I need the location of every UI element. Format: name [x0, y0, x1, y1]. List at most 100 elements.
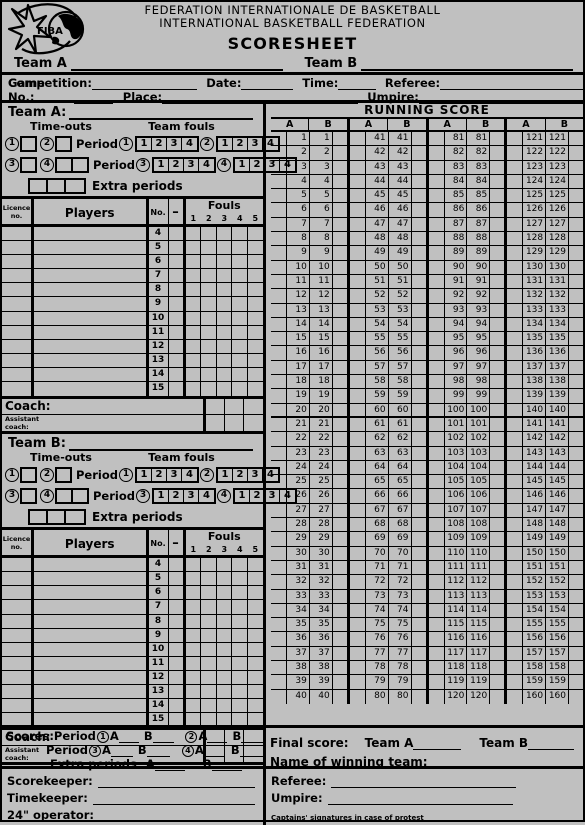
- rs-a-value-78[interactable]: 78: [366, 660, 389, 675]
- team-a-timeout-box-1[interactable]: [20, 135, 37, 152]
- running-score-row[interactable]: 31 31: [271, 560, 347, 576]
- rs-a-mark-16[interactable]: [271, 346, 287, 360]
- rs-a-mark-33[interactable]: [271, 589, 287, 603]
- running-score-row[interactable]: 104 104: [428, 460, 505, 476]
- rs-a-mark-122[interactable]: [507, 146, 524, 160]
- rs-a-mark-45[interactable]: [350, 189, 366, 203]
- rs-b-value-112[interactable]: 112: [467, 575, 491, 589]
- rs-a-mark-48[interactable]: [350, 232, 366, 246]
- team-a-timeout-box-2[interactable]: [55, 135, 72, 152]
- rs-a-mark-142[interactable]: [507, 432, 524, 446]
- rs-a-mark-43[interactable]: [350, 160, 366, 174]
- team-b-player-4-foul-4[interactable]: [232, 558, 248, 572]
- rs-a-value-85[interactable]: 85: [445, 189, 468, 203]
- rs-b-mark-124[interactable]: [569, 175, 583, 188]
- team-a-player-11-foul-1[interactable]: [186, 325, 201, 339]
- team-a-asst-coach-foul-1[interactable]: [206, 415, 225, 432]
- rs-a-value-70[interactable]: 70: [366, 546, 389, 560]
- team-b-player-5-foul-5[interactable]: [248, 572, 264, 585]
- rs-a-value-62[interactable]: 62: [366, 432, 389, 446]
- running-score-row[interactable]: 124 124: [507, 174, 583, 190]
- team-b-licence-cell-9[interactable]: [2, 628, 34, 642]
- rs-b-mark-134[interactable]: [569, 318, 583, 331]
- rs-b-mark-135[interactable]: [569, 332, 583, 345]
- rs-a-value-129[interactable]: 129: [523, 246, 547, 260]
- rs-b-value-90[interactable]: 90: [467, 260, 491, 274]
- team-a-player-mark-cell-7[interactable]: [169, 269, 186, 283]
- rs-b-value-100[interactable]: 100: [467, 403, 491, 416]
- table-row[interactable]: 15: [2, 713, 263, 728]
- team-a-foul-p2-3[interactable]: 3: [248, 137, 263, 150]
- running-score-row[interactable]: 116 116: [428, 632, 505, 647]
- rs-b-value-113[interactable]: 113: [467, 589, 491, 603]
- rs-b-value-101[interactable]: 101: [467, 417, 491, 432]
- running-score-row[interactable]: 16 16: [271, 346, 347, 361]
- table-row[interactable]: 14: [2, 699, 263, 714]
- rs-a-mark-21[interactable]: [271, 417, 287, 432]
- rs-b-value-107[interactable]: 107: [467, 503, 491, 518]
- rs-a-value-35[interactable]: 35: [287, 618, 310, 632]
- rs-a-value-34[interactable]: 34: [287, 603, 310, 618]
- rs-b-value-137[interactable]: 137: [546, 360, 569, 375]
- team-b-player-name-cell-12[interactable]: [34, 670, 149, 684]
- rs-a-mark-51[interactable]: [350, 274, 366, 289]
- rs-a-mark-98[interactable]: [429, 375, 445, 389]
- team-b-player-9-foul-1[interactable]: [186, 628, 201, 642]
- table-row[interactable]: 5: [2, 241, 263, 256]
- team-b-player-mark-cell-14[interactable]: [169, 699, 186, 713]
- rs-a-mark-42[interactable]: [350, 146, 366, 160]
- running-score-row[interactable]: 103 103: [428, 446, 505, 461]
- team-a-player-13-foul-3[interactable]: [217, 353, 232, 367]
- rs-b-value-118[interactable]: 118: [467, 660, 491, 675]
- team-a-licence-cell-11[interactable]: [2, 325, 34, 339]
- rs-a-value-14[interactable]: 14: [287, 317, 310, 332]
- team-b-player-5-foul-1[interactable]: [186, 572, 201, 586]
- rs-b-value-84[interactable]: 84: [467, 174, 491, 189]
- rs-a-value-113[interactable]: 113: [445, 589, 468, 603]
- team-a-player-name-cell-13[interactable]: [34, 353, 149, 367]
- rs-b-value-77[interactable]: 77: [389, 646, 412, 660]
- table-row[interactable]: 7: [2, 600, 263, 615]
- rs-b-mark-47[interactable]: [412, 218, 426, 231]
- rs-b-value-151[interactable]: 151: [546, 560, 569, 575]
- rs-b-mark-156[interactable]: [569, 632, 583, 645]
- team-a-foul-p3-1[interactable]: 1: [154, 158, 169, 171]
- team-a-name-field[interactable]: Team A: [2, 56, 293, 71]
- rs-a-value-136[interactable]: 136: [523, 346, 547, 360]
- team-b-player-mark-cell-6[interactable]: [169, 586, 186, 600]
- team-b-player-name-cell-7[interactable]: [34, 600, 149, 614]
- team-b-player-name-cell-9[interactable]: [34, 628, 149, 642]
- running-score-row[interactable]: 158 158: [507, 660, 583, 676]
- rs-a-mark-151[interactable]: [507, 560, 524, 575]
- rs-b-mark-83[interactable]: [490, 161, 504, 174]
- rs-a-mark-109[interactable]: [429, 532, 445, 546]
- rs-a-mark-117[interactable]: [429, 646, 445, 660]
- team-b-foul-p4-3[interactable]: 3: [265, 489, 280, 502]
- rs-a-mark-4[interactable]: [271, 174, 287, 189]
- running-score-row[interactable]: 97 97: [428, 360, 505, 376]
- running-score-row[interactable]: 41 41: [349, 132, 426, 147]
- rs-a-value-33[interactable]: 33: [287, 589, 310, 603]
- rs-a-mark-38[interactable]: [271, 660, 287, 675]
- rs-a-value-130[interactable]: 130: [523, 260, 547, 274]
- rs-a-mark-69[interactable]: [350, 532, 366, 546]
- team-a-coach-row[interactable]: Coach:: [2, 399, 263, 416]
- team-a-licence-cell-12[interactable]: [2, 339, 34, 353]
- rs-a-value-21[interactable]: 21: [287, 417, 310, 432]
- rs-b-value-20[interactable]: 20: [310, 403, 333, 416]
- rs-b-mark-37[interactable]: [333, 647, 347, 660]
- rs-a-mark-18[interactable]: [271, 375, 287, 389]
- team-a-player-13-foul-2[interactable]: [201, 353, 217, 367]
- team-a-player-15-foul-1[interactable]: [186, 382, 201, 397]
- team-a-player-name-cell-12[interactable]: [34, 339, 149, 353]
- rs-b-value-58[interactable]: 58: [389, 375, 412, 389]
- running-score-row[interactable]: 88: [271, 232, 347, 247]
- team-b-licence-cell-6[interactable]: [2, 586, 34, 600]
- rs-a-value-57[interactable]: 57: [366, 360, 389, 375]
- rs-a-value-135[interactable]: 135: [523, 332, 547, 346]
- running-score-row[interactable]: 99 99: [428, 389, 505, 404]
- rs-b-value-117[interactable]: 117: [467, 646, 491, 660]
- rs-a-value-128[interactable]: 128: [523, 232, 547, 246]
- team-a-foul-p3-2[interactable]: 2: [169, 158, 184, 171]
- team-a-player-5-foul-4[interactable]: [232, 241, 248, 255]
